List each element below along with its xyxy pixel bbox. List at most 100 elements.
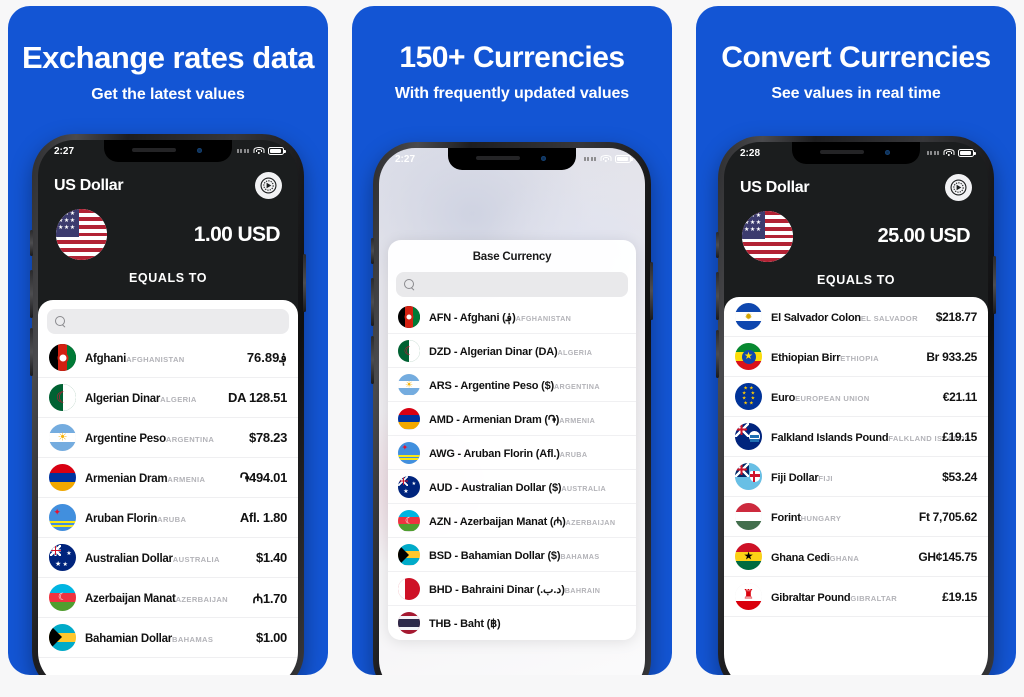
- currency-name: AUD - Australian Dollar ($): [429, 481, 562, 494]
- currency-name: ARS - Argentine Peso ($): [429, 379, 554, 392]
- country-name: AFGHANISTAN: [126, 354, 185, 364]
- flag-hungary: [735, 503, 762, 530]
- table-row[interactable]: ✹ El Salvador ColonEL SALVADOR $218.77: [724, 297, 988, 337]
- promo-panel-exchange-rates: Exchange rates data Get the latest value…: [8, 6, 328, 675]
- table-row[interactable]: ★ Ethiopian BirrETHIOPIA Br 933.25: [724, 337, 988, 377]
- flag-aruba: ✦: [398, 441, 420, 464]
- country-name: ALGERIA: [160, 394, 197, 404]
- list-item[interactable]: BSD - Bahamian Dollar ($)BAHAMAS: [388, 538, 636, 572]
- country-name: BAHRAIN: [564, 585, 601, 595]
- country-name: ARMENIA: [167, 474, 206, 484]
- search-icon: [404, 279, 415, 290]
- country-name: AZERBAIJAN: [175, 594, 229, 604]
- country-name: BAHAMAS: [172, 634, 214, 644]
- list-item[interactable]: THB - Baht (฿): [388, 606, 636, 640]
- promo-panel-convert: Convert Currencies See values in real ti…: [696, 6, 1016, 675]
- flag-el-salvador: ✹: [735, 303, 762, 330]
- table-row[interactable]: ☾ Algerian DinarALGERIA DA 128.51: [38, 378, 298, 418]
- battery-icon: [268, 147, 286, 155]
- table-row[interactable]: ☾ Azerbaijan ManatAZERBAIJAN ₼1.70: [38, 578, 298, 618]
- flag-algeria: ☾: [49, 384, 76, 411]
- flag-bahamas: [49, 624, 76, 651]
- table-row[interactable]: ★ ★ ★ ★ ★ ★ ★ ★ EuroEUROPEAN UNION €21.11: [724, 377, 988, 417]
- country-name: AFGHANISTAN: [515, 313, 572, 323]
- currency-value: DA 128.51: [228, 390, 287, 405]
- status-time: 2:27: [395, 153, 416, 165]
- equals-to-label: EQUALS TO: [816, 273, 896, 287]
- base-currency-label[interactable]: US Dollar: [740, 179, 810, 197]
- table-row[interactable]: Falkland Islands PoundFALKLAND ISLANDS £…: [724, 417, 988, 457]
- signal-dots-icon: [583, 157, 596, 161]
- list-item[interactable]: ☾ DZD - Algerian Dinar (DA)ALGERIA: [388, 334, 636, 368]
- country-name: AZERBAIJAN: [565, 517, 616, 527]
- table-row[interactable]: ♜ Gibraltar PoundGIBRALTAR £19.15: [724, 577, 988, 617]
- currency-name: Afghani: [85, 352, 127, 365]
- status-indicators: [926, 149, 976, 157]
- table-row[interactable]: ✦ Aruban FlorinARUBA Afl. 1.80: [38, 498, 298, 538]
- currency-value: GH¢145.75: [918, 549, 977, 564]
- table-row[interactable]: ★ ★ ★ Australian DollarAUSTRALIA $1.40: [38, 538, 298, 578]
- currency-value: $218.77: [935, 309, 978, 324]
- currency-name: AWG - Aruban Florin (Afl.): [429, 447, 560, 460]
- currency-value: Br 933.25: [926, 349, 977, 364]
- currency-name: Algerian Dinar: [85, 392, 161, 405]
- wifi-icon: [943, 149, 954, 157]
- gear-icon[interactable]: [945, 174, 972, 201]
- base-amount[interactable]: 25.00 USD: [878, 225, 971, 248]
- base-currency-label[interactable]: US Dollar: [54, 177, 124, 195]
- status-bar: 2:27: [379, 148, 645, 170]
- panel-1-subtitle: Get the latest values: [91, 85, 245, 103]
- currency-name: Fiji Dollar: [771, 471, 819, 484]
- base-amount[interactable]: 1.00 USD: [194, 223, 281, 247]
- flag-bahrain: [398, 577, 420, 600]
- table-row[interactable]: ☀ Argentine PesoARGENTINA $78.23: [38, 418, 298, 458]
- list-item[interactable]: ☾ AZN - Azerbaijan Manat (₼)AZERBAIJAN: [388, 504, 636, 538]
- country-name: FIJI: [818, 473, 833, 483]
- search-input[interactable]: [47, 309, 289, 334]
- list-item[interactable]: ✦ AWG - Aruban Florin (Afl.)ARUBA: [388, 436, 636, 470]
- currency-name: DZD - Algerian Dinar (DA): [429, 345, 558, 358]
- search-icon: [55, 316, 66, 327]
- volume-down-button: [716, 330, 719, 378]
- battery-icon: [958, 149, 976, 157]
- flag-afghanistan: [49, 344, 76, 371]
- currency-value: Ft 7,705.62: [918, 509, 977, 524]
- panel-2-headline-block: 150+ Currencies With frequently updated …: [352, 6, 672, 103]
- gear-icon[interactable]: [255, 172, 282, 199]
- country-name: GHANA: [829, 553, 860, 563]
- table-row[interactable]: AfghaniAFGHANISTAN 76.89؋: [38, 338, 298, 378]
- status-bar: 2:28: [724, 142, 988, 164]
- panel-3-title: Convert Currencies: [721, 41, 991, 74]
- currency-value: £19.15: [942, 429, 977, 444]
- flag-argentina: ☀: [398, 373, 420, 396]
- list-item[interactable]: BHD - Bahraini Dinar (.د.ب)BAHRAIN: [388, 572, 636, 606]
- phone-mockup-3: 2:28 US Dollar ★★★ ★★★ ★★★ 25.00 USD EQU…: [716, 136, 996, 675]
- table-row[interactable]: ForintHUNGARY Ft 7,705.62: [724, 497, 988, 537]
- phone-frame: 2:27 US Dollar ★★★ ★★★ ★★★ 1.00 USD EQUA…: [30, 134, 306, 675]
- status-bar: 2:27: [38, 140, 298, 162]
- table-row[interactable]: Fiji DollarFIJI $53.24: [724, 457, 988, 497]
- search-input[interactable]: [396, 272, 628, 297]
- currency-name: BSD - Bahamian Dollar ($): [429, 549, 561, 562]
- currency-name: El Salvador Colon: [771, 311, 861, 324]
- currency-value: $53.24: [942, 469, 977, 484]
- list-item[interactable]: AMD - Armenian Dram (֏)ARMENIA: [388, 402, 636, 436]
- promo-panel-currencies-list: 150+ Currencies With frequently updated …: [352, 6, 672, 675]
- country-name: ARMENIA: [559, 415, 596, 425]
- wifi-icon: [253, 147, 264, 155]
- list-item[interactable]: ★ ★ AUD - Australian Dollar ($)AUSTRALIA: [388, 470, 636, 504]
- currency-value: 76.89؋: [246, 349, 287, 365]
- flag-azerbaijan: ☾: [398, 509, 420, 532]
- flag-argentina: ☀: [49, 424, 76, 451]
- currency-value: £19.15: [942, 589, 977, 604]
- currency-name: Ghana Cedi: [771, 551, 830, 564]
- currency-value: ֏494.01: [239, 469, 288, 485]
- list-item[interactable]: ☀ ARS - Argentine Peso ($)ARGENTINA: [388, 368, 636, 402]
- currency-name: Australian Dollar: [85, 552, 173, 565]
- panel-3-subtitle: See values in real time: [771, 84, 941, 102]
- table-row[interactable]: Bahamian DollarBAHAMAS $1.00: [38, 618, 298, 658]
- table-row[interactable]: Armenian DramARMENIA ֏494.01: [38, 458, 298, 498]
- table-row[interactable]: ★ Ghana CediGHANA GH¢145.75: [724, 537, 988, 577]
- flag-australia: ★ ★: [398, 475, 420, 498]
- list-item[interactable]: AFN - Afghani (؋)AFGHANISTAN: [388, 300, 636, 334]
